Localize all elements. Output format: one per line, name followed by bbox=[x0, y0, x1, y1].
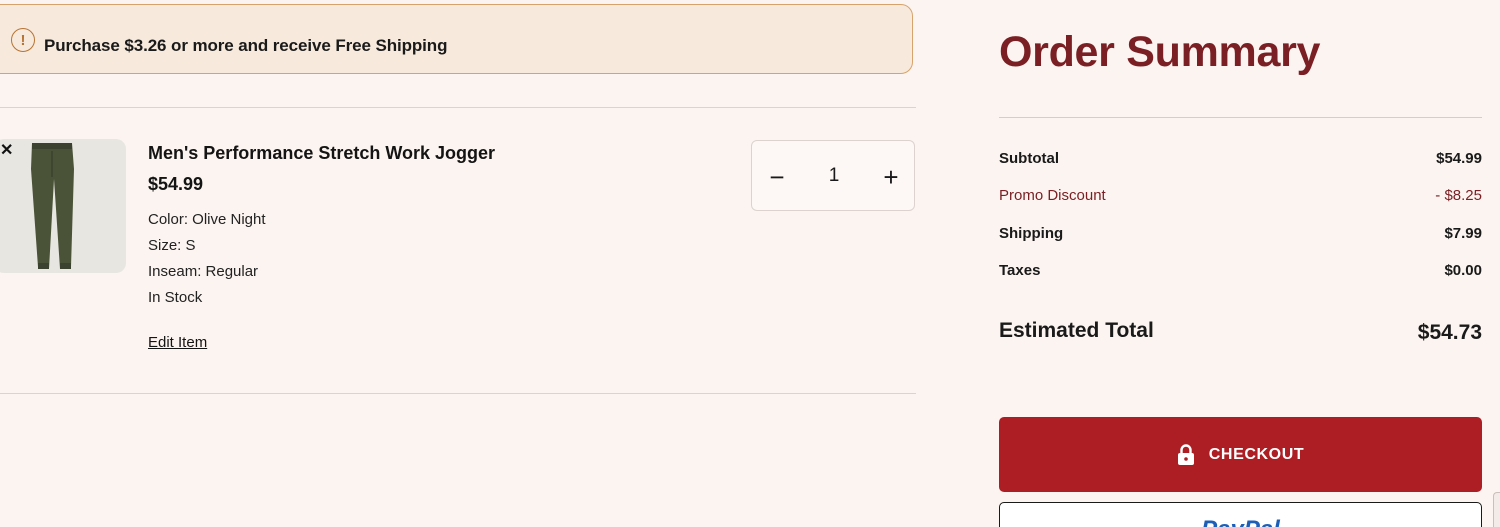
jogger-pants-image bbox=[31, 143, 74, 269]
shipping-label: Shipping bbox=[999, 225, 1064, 242]
lock-icon bbox=[1177, 443, 1194, 465]
shipping-value: $7.99 bbox=[1444, 225, 1482, 242]
product-name[interactable]: Men's Performance Stretch Work Jogger bbox=[148, 143, 495, 164]
cart-page: ! Purchase $3.26 or more and receive Fre… bbox=[0, 0, 1500, 527]
decrease-quantity-button[interactable]: − bbox=[759, 159, 795, 195]
exclamation-circle-icon: ! bbox=[11, 28, 35, 52]
estimated-total-label: Estimated Total bbox=[999, 319, 1154, 342]
increase-quantity-button[interactable]: + bbox=[873, 159, 909, 195]
stock-status: In Stock bbox=[148, 289, 203, 306]
product-price: $54.99 bbox=[148, 174, 204, 194]
paypal-button[interactable]: PayPal bbox=[999, 502, 1482, 527]
paypal-label: PayPal bbox=[1000, 516, 1481, 527]
promo-discount-label: Promo Discount bbox=[999, 187, 1106, 204]
remove-item-close-icon[interactable]: ✕ bbox=[0, 143, 13, 159]
product-image[interactable] bbox=[0, 139, 126, 273]
taxes-label: Taxes bbox=[999, 262, 1041, 279]
promo-discount-value: - $8.25 bbox=[1435, 187, 1482, 204]
free-shipping-message: Purchase $3.26 or more and receive Free … bbox=[44, 36, 448, 55]
product-color: Color: Olive Night bbox=[148, 211, 266, 228]
taxes-value: $0.00 bbox=[1444, 262, 1482, 279]
edit-item-link[interactable]: Edit Item bbox=[148, 334, 207, 351]
product-size: Size: S bbox=[148, 237, 196, 254]
order-summary-title: Order Summary bbox=[999, 28, 1321, 76]
quantity-value[interactable]: 1 bbox=[812, 165, 856, 187]
summary-divider bbox=[999, 117, 1482, 118]
scrollbar-edge[interactable] bbox=[1493, 492, 1500, 527]
cart-divider-top bbox=[0, 107, 916, 108]
checkout-button[interactable]: CHECKOUT bbox=[999, 417, 1482, 492]
subtotal-value: $54.99 bbox=[1436, 150, 1482, 167]
quantity-stepper: − 1 + bbox=[751, 140, 915, 211]
cart-divider-bottom bbox=[0, 393, 916, 394]
product-inseam: Inseam: Regular bbox=[148, 263, 259, 280]
subtotal-label: Subtotal bbox=[999, 150, 1059, 167]
estimated-total-value: $54.73 bbox=[1417, 321, 1482, 344]
checkout-label: CHECKOUT bbox=[1208, 445, 1305, 463]
free-shipping-banner: ! Purchase $3.26 or more and receive Fre… bbox=[0, 4, 913, 74]
